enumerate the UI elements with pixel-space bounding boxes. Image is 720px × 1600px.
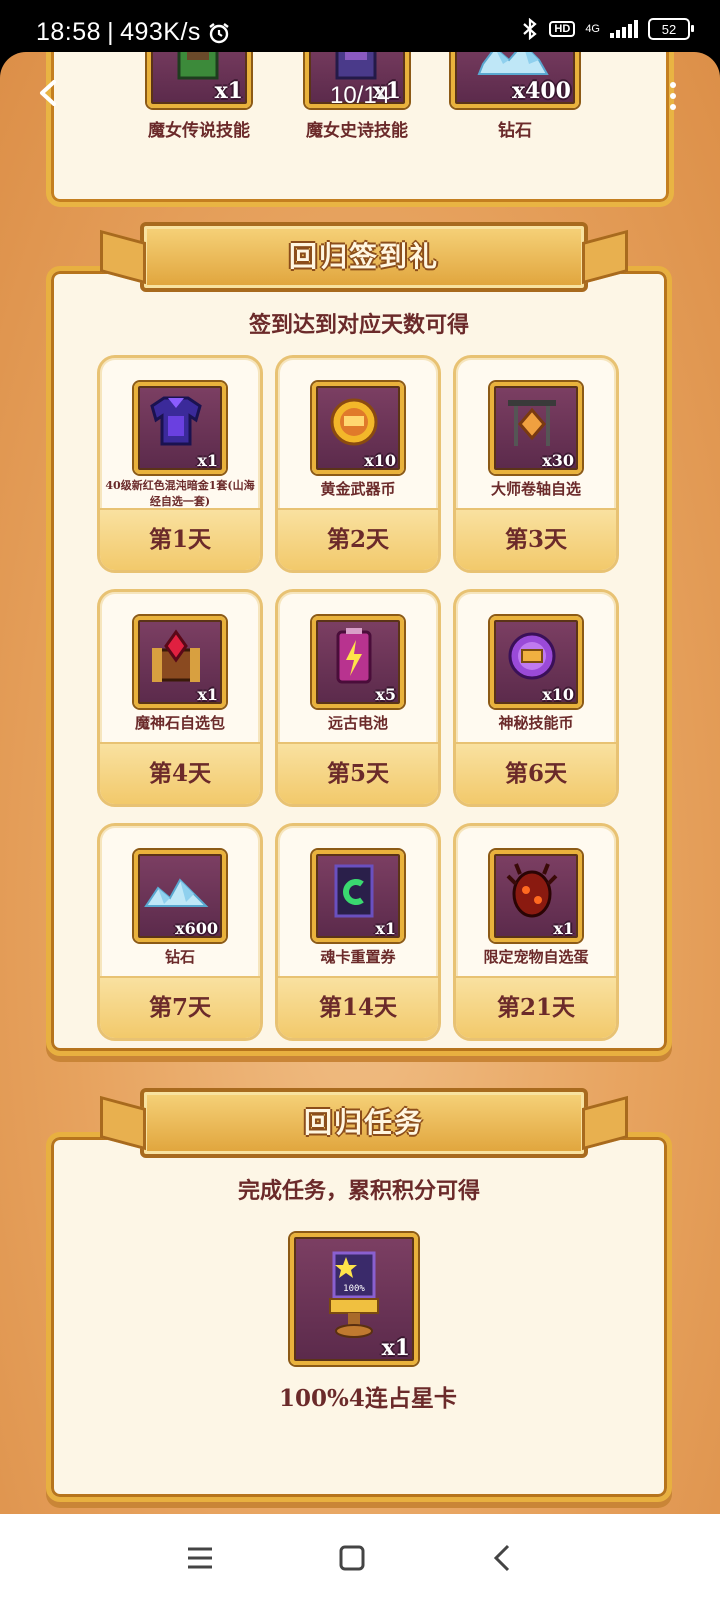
top-bar: 10/14 — [0, 52, 720, 132]
checkin-card-day4[interactable]: x1 魔神石自选包 第4天 — [97, 589, 263, 807]
reward-icon-frame: x30 — [490, 382, 582, 474]
mission-reward-frame: 100% x1 — [290, 1233, 418, 1365]
day-label: 第7天 — [148, 994, 211, 1021]
day-strip: 第5天 — [278, 742, 438, 804]
checkin-card-day3[interactable]: x30 大师卷轴自选 第3天 — [453, 355, 619, 573]
checkin-title: 回归签到礼 — [288, 240, 439, 273]
day-label: 第21天 — [496, 994, 575, 1021]
reward-icon-frame: x1 — [134, 616, 226, 708]
reward-qty: x600 — [175, 919, 218, 938]
missions-subtitle: 完成任务，累积积分可得 — [237, 1178, 480, 1204]
hd-badge: HD — [549, 21, 576, 37]
checkin-card-day7[interactable]: x600 钻石 第7天 — [97, 823, 263, 1041]
day-strip: 第21天 — [456, 976, 616, 1038]
day-strip: 第3天 — [456, 508, 616, 570]
checkin-card-day2[interactable]: x10 黄金武器币 第2天 — [275, 355, 441, 573]
day-label: 第6天 — [504, 760, 567, 787]
status-left: 18:58 | 493K/s — [36, 18, 231, 47]
reward-name: 钻石 — [164, 948, 195, 966]
reward-qty: x1 — [375, 919, 396, 938]
reward-icon-frame: x10 — [312, 382, 404, 474]
bluetooth-icon — [523, 18, 538, 40]
mission-reward-name: 100%4连占星卡 — [279, 1385, 457, 1412]
mission-reward-qty: x1 — [381, 1335, 410, 1361]
reward-name: 限定宠物自选蛋 — [483, 948, 589, 966]
day-label: 第3天 — [504, 526, 567, 553]
day-strip: 第14天 — [278, 976, 438, 1038]
reward-name: 大师卷轴自选 — [490, 480, 581, 498]
star-card-text: 100% — [343, 1284, 365, 1294]
reward-icon-frame: x600 — [134, 850, 226, 942]
checkin-card-day21[interactable]: x1 限定宠物自选蛋 第21天 — [453, 823, 619, 1041]
reward-icon-frame: x10 — [490, 616, 582, 708]
menu-icon[interactable] — [184, 1542, 216, 1574]
back-nav-icon[interactable] — [488, 1542, 520, 1574]
reward-name: 魂卡重置券 — [320, 948, 396, 966]
day-strip: 第6天 — [456, 742, 616, 804]
checkin-subtitle: 签到达到对应天数可得 — [248, 312, 469, 338]
checkin-card-day6[interactable]: x10 神秘技能币 第6天 — [453, 589, 619, 807]
reward-qty: x10 — [542, 685, 574, 704]
day-strip: 第1天 — [100, 508, 260, 570]
alarm-icon — [209, 22, 229, 43]
reward-icon-frame: x1 — [312, 850, 404, 942]
day-label: 第5天 — [326, 760, 389, 787]
signal-icon — [610, 20, 638, 38]
day-label: 第2天 — [326, 526, 389, 553]
network-type: 4G — [585, 23, 600, 35]
checkin-card-day5[interactable]: x5 远古电池 第5天 — [275, 589, 441, 807]
reward-name: 远古电池 — [327, 714, 388, 732]
day-strip: 第2天 — [278, 508, 438, 570]
status-time: 18:58 — [36, 18, 102, 46]
checkin-panel: 签到达到对应天数可得 x1 40级新红色混沌暗金1套(山海经自选一套) 第1天 … — [46, 266, 672, 1056]
reward-qty: x1 — [553, 919, 574, 938]
battery-icon: 52 — [648, 18, 694, 40]
system-nav-bar — [0, 1514, 720, 1600]
reward-name: 黄金武器币 — [320, 480, 396, 498]
more-options-icon[interactable] — [670, 82, 678, 110]
status-right: HD 4G 52 — [521, 18, 694, 40]
app-content[interactable]: x1 魔女传说技能 x1 魔女史诗技能 x400 钻石 10/14 回归签到礼 — [0, 52, 720, 1514]
checkin-card-day14[interactable]: x1 魂卡重置券 第14天 — [275, 823, 441, 1041]
reward-qty: x1 — [197, 685, 218, 704]
home-icon[interactable] — [336, 1542, 368, 1574]
checkin-card-day1[interactable]: x1 40级新红色混沌暗金1套(山海经自选一套) 第1天 — [97, 355, 263, 573]
missions-banner: 回归任务 — [140, 1088, 588, 1158]
day-label: 第1天 — [148, 526, 211, 553]
status-network-speed: 493K/s — [120, 18, 201, 46]
mission-reward-item[interactable]: 100% x1 100%4连占星卡 — [279, 1233, 457, 1413]
reward-name: 魔神石自选包 — [134, 714, 225, 732]
day-label: 第4天 — [148, 760, 211, 787]
missions-panel: 完成任务，累积积分可得 100% x1 100%4连占星卡 — [46, 1132, 672, 1502]
checkin-banner: 回归签到礼 — [140, 222, 588, 292]
day-strip: 第7天 — [100, 976, 260, 1038]
battery-level: 52 — [661, 21, 677, 37]
reward-qty: x5 — [375, 685, 396, 704]
reward-qty: x30 — [542, 451, 574, 470]
missions-title: 回归任务 — [303, 1106, 424, 1139]
day-label: 第14天 — [318, 994, 397, 1021]
reward-icon-frame: x5 — [312, 616, 404, 708]
reward-name: 神秘技能币 — [498, 714, 574, 732]
reward-name: 40级新红色混沌暗金1套(山海经自选一套) — [105, 479, 255, 508]
reward-qty: x1 — [197, 451, 218, 470]
page-counter: 10/14 — [329, 82, 391, 109]
reward-qty: x10 — [364, 451, 396, 470]
reward-icon-frame: x1 — [490, 850, 582, 942]
reward-icon-frame: x1 — [134, 382, 226, 474]
day-strip: 第4天 — [100, 742, 260, 804]
